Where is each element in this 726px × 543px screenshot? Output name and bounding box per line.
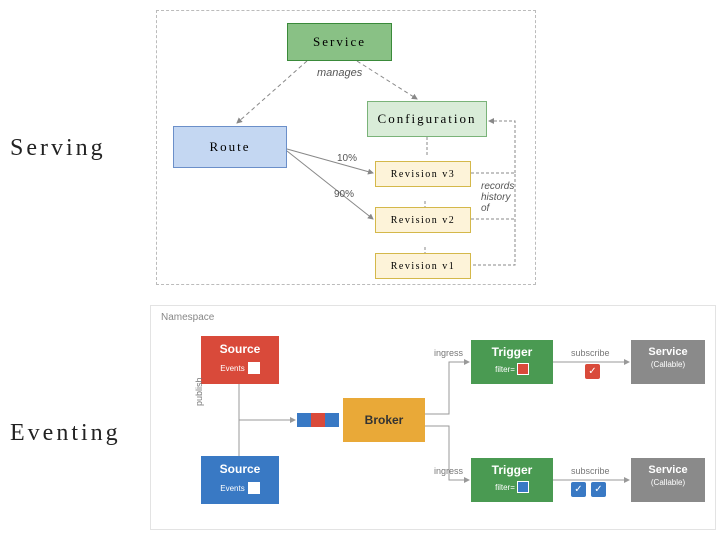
event-icon <box>248 482 260 494</box>
ingress-label: ingress <box>434 466 463 476</box>
service-label: Service <box>648 346 687 358</box>
serving-diagram: Service Route Configuration Revision v3 … <box>156 10 536 285</box>
broker-node: Broker <box>343 398 425 442</box>
queue-event-red <box>311 413 325 427</box>
source-blue-node: Source Events <box>201 456 279 504</box>
trigger-label: Trigger <box>492 463 533 477</box>
namespace-label: Namespace <box>161 312 214 323</box>
events-label: Events <box>220 364 244 373</box>
service-callable-1-node: Service (Callable) <box>631 340 705 384</box>
configuration-node: Configuration <box>367 101 487 137</box>
ingress-label: ingress <box>434 348 463 358</box>
route-node: Route <box>173 126 287 168</box>
manages-label: manages <box>317 67 362 79</box>
revision-v2-node: Revision v2 <box>375 207 471 233</box>
source-red-node: Source Events <box>201 336 279 384</box>
service-node: Service <box>287 23 392 61</box>
filter-label: filter= <box>495 365 515 374</box>
trigger-label: Trigger <box>492 345 533 359</box>
check-red-badge: ✓ <box>585 364 600 379</box>
check-blue-badge: ✓ <box>591 482 606 497</box>
records-history-label: records history of <box>481 181 514 214</box>
callable-label: (Callable) <box>631 360 705 369</box>
eventing-section-label: Eventing <box>10 420 121 447</box>
traffic-10pct-label: 10% <box>337 153 357 164</box>
callable-label: (Callable) <box>631 478 705 487</box>
queue-event-blue <box>297 413 311 427</box>
source-label: Source <box>220 342 261 356</box>
filter-label: filter= <box>495 483 515 492</box>
source-label: Source <box>220 462 261 476</box>
traffic-90pct-label: 90% <box>334 189 354 200</box>
publish-label: publish <box>194 377 204 406</box>
serving-section-label: Serving <box>10 135 106 162</box>
check-blue-badge: ✓ <box>571 482 586 497</box>
service-callable-2-node: Service (Callable) <box>631 458 705 502</box>
subscribe-label: subscribe <box>571 348 610 358</box>
subscribe-label: subscribe <box>571 466 610 476</box>
queue-event-blue <box>325 413 339 427</box>
service-label: Service <box>648 464 687 476</box>
trigger-blue-node: Trigger filter= <box>471 458 553 502</box>
filter-blue-icon <box>517 481 529 493</box>
filter-red-icon <box>517 363 529 375</box>
revision-v3-node: Revision v3 <box>375 161 471 187</box>
revision-v1-node: Revision v1 <box>375 253 471 279</box>
event-icon <box>248 362 260 374</box>
events-label: Events <box>220 484 244 493</box>
eventing-diagram: Namespace Source Events Source Events <box>150 305 716 530</box>
trigger-red-node: Trigger filter= <box>471 340 553 384</box>
